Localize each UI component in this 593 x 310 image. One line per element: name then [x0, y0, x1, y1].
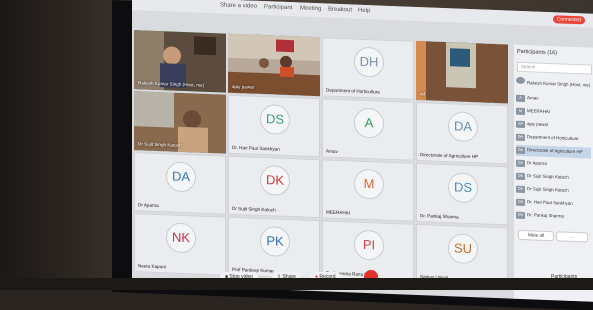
participants-panel: Participants (16) Search Rakesh Kumar Si… — [514, 44, 593, 302]
menu-meeting[interactable]: Meeting — [300, 5, 321, 12]
tile-4[interactable]: Dr Sujit Singh Katoch — [134, 91, 226, 154]
participant-name: Department of Horticulture — [326, 87, 380, 95]
tile-11[interactable]: DS Dr. Pankaj Sharma — [416, 162, 508, 226]
participant-row[interactable]: DS Dr. Hari Paul Sankhyan — [516, 197, 591, 211]
participant-row[interactable]: DK Dr Sujit Singh Katoch — [516, 171, 591, 185]
menu-breakout[interactable]: Breakout — [328, 7, 352, 14]
participant-avatar: NK — [166, 222, 196, 254]
menu-share-video[interactable]: Share a video — [220, 2, 257, 9]
participant-name: Amav — [326, 148, 338, 154]
participant-row-avatar: AP — [516, 120, 525, 129]
participant-row-avatar: M — [516, 107, 525, 116]
menu-help[interactable]: Help — [358, 8, 370, 14]
menu-participant[interactable]: Participant — [264, 4, 292, 11]
tile-13[interactable]: PK Prof Pardeep Kumar — [228, 216, 320, 280]
participant-row-name: Dr Aparna — [527, 160, 547, 166]
participant-row-avatar — [516, 76, 525, 85]
participant-avatar: A — [354, 107, 384, 139]
tile-9[interactable]: DK Dr Sujit Singh Katoch — [228, 155, 320, 219]
participant-avatar: PK — [260, 225, 290, 258]
participant-avatar: DA — [448, 111, 478, 143]
participant-avatar: DA — [166, 161, 196, 193]
participant-avatar: DS — [448, 172, 478, 204]
participant-avatar: SU — [448, 233, 478, 265]
participant-avatar: PI — [354, 229, 384, 261]
more-button[interactable]: … — [556, 231, 588, 243]
tile-3[interactable]: ad — [416, 40, 508, 104]
participant-row-avatar: DH — [516, 133, 525, 142]
participant-name: MEERAHAI — [326, 209, 350, 216]
participant-name: ajay pawar — [232, 83, 255, 90]
participant-row-name: Department of Horticulture — [527, 134, 579, 142]
participant-row-avatar: DA — [516, 146, 525, 155]
participant-name: Directorate of Agriculture HP — [420, 152, 479, 160]
participant-row[interactable]: DA Dr Aparna — [516, 158, 591, 172]
tile-12[interactable]: NK Neetu Kapoor — [134, 213, 226, 276]
participant-row-avatar: DK — [516, 185, 525, 194]
participant-row-name: Arnav — [527, 95, 539, 101]
participant-avatar: M — [354, 168, 384, 200]
laptop-base — [0, 278, 593, 290]
participant-avatar: DH — [354, 46, 384, 78]
participant-row-avatar: DA — [516, 159, 525, 168]
participant-row-name: Dr Sujit Singh Katoch — [527, 186, 569, 193]
video-grid: Rakesh Kumar Singh (Host, me) ajay pawar… — [134, 30, 512, 289]
participant-row-name: Dr. Pankaj Sharma — [527, 212, 564, 219]
participant-row[interactable]: DH Department of Horticulture — [516, 132, 591, 146]
participant-name: Dr. Hari Paul Sankhyan — [232, 144, 280, 152]
participant-row[interactable]: Rakesh Kumar Singh (Host, me) — [516, 75, 591, 89]
participant-name: Neetu Kapoor — [138, 263, 167, 270]
participant-row-name: Rakesh Kumar Singh (Host, me) — [527, 80, 591, 88]
participant-name: ad — [420, 91, 426, 97]
participant-row-avatar: DK — [516, 172, 525, 181]
participant-row-name: ajay pawar — [527, 121, 549, 127]
participant-row[interactable]: A Arnav — [516, 93, 591, 107]
participant-row[interactable]: DK Dr Sujit Singh Katoch — [516, 184, 591, 198]
participant-row-avatar: DS — [516, 198, 525, 207]
tile-10[interactable]: M MEERAHAI — [322, 159, 414, 222]
participant-row-name: MEERAHAI — [527, 108, 550, 115]
participant-row[interactable]: DA Directorate of Agriculture HP — [516, 144, 591, 159]
participant-name: Dr Aparna — [138, 202, 159, 209]
participant-row-name: Dr. Hari Paul Sankhyan — [527, 199, 573, 206]
tile-8[interactable]: DA Dr Aparna — [134, 152, 226, 215]
mute-all-button[interactable]: Mute all — [518, 229, 554, 242]
tile-7[interactable]: DA Directorate of Agriculture HP — [416, 101, 508, 165]
participant-name: Dr Sujit Singh Katoch — [232, 205, 276, 213]
participants-title: Participants (16) — [517, 48, 558, 57]
participant-row[interactable]: M MEERAHAI — [516, 106, 591, 120]
participant-row-avatar: DS — [516, 211, 525, 220]
tile-0[interactable]: Rakesh Kumar Singh (Host, me) — [134, 30, 226, 93]
participant-name: Dr. Pankaj Sharma — [420, 213, 459, 220]
participants-search-input[interactable]: Search — [517, 61, 592, 75]
participant-avatar: DK — [260, 164, 290, 197]
video-feed — [416, 40, 508, 104]
tile-2[interactable]: DH Department of Horticulture — [322, 37, 414, 100]
participant-row[interactable]: AP ajay pawar — [516, 119, 591, 133]
connection-status: Connected — [552, 15, 585, 25]
participant-avatar: DS — [260, 103, 290, 136]
participant-row-avatar: A — [516, 94, 525, 103]
tile-5[interactable]: DS Dr. Hari Paul Sankhyan — [228, 94, 320, 158]
meeting-screen: Share a video Participant Meeting Breako… — [132, 0, 593, 302]
participant-row-name: Dr Sujit Singh Katoch — [527, 173, 569, 180]
participant-row-name: Directorate of Agriculture HP — [527, 147, 583, 155]
tile-6[interactable]: A Amav — [322, 98, 414, 161]
participant-row[interactable]: DS Dr. Pankaj Sharma — [516, 210, 591, 224]
tile-1[interactable]: ajay pawar — [228, 33, 320, 97]
